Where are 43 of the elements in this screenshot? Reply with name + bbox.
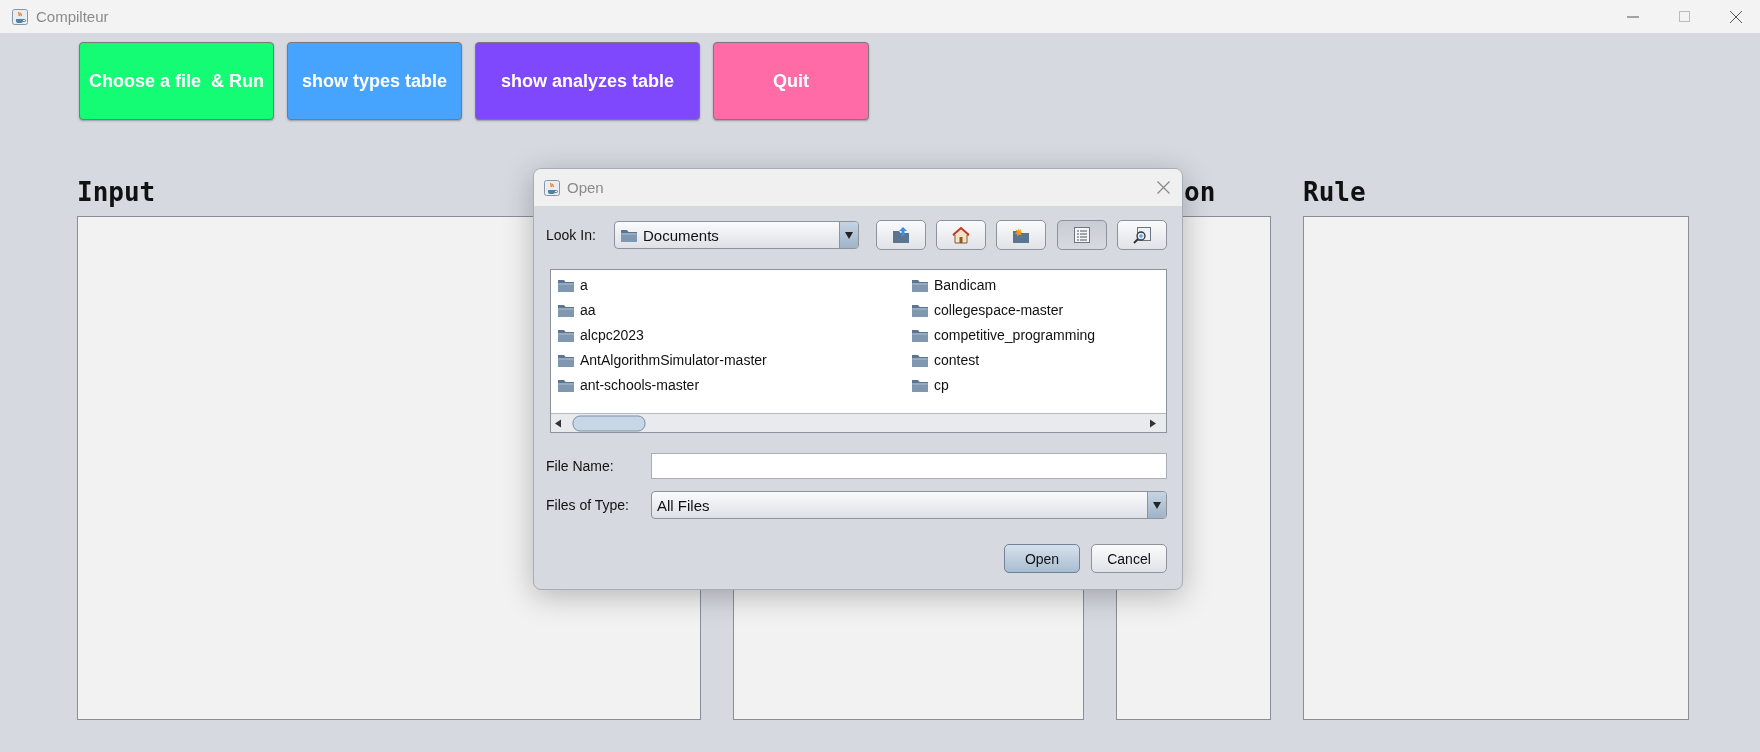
look-in-label: Look In:: [546, 227, 597, 243]
panel-heading: Rule: [1303, 177, 1366, 207]
list-view-icon: [1073, 226, 1091, 244]
horizontal-scrollbar[interactable]: [551, 413, 1166, 432]
file-type-label: Files of Type:: [546, 497, 630, 513]
dialog-button[interactable]: Cancel: [1091, 544, 1167, 573]
file-item[interactable]: AntAlgorithmSimulator-master: [557, 347, 911, 372]
close-icon[interactable]: [1157, 181, 1170, 194]
file-item[interactable]: contest: [911, 347, 1166, 372]
dropdown-arrow-icon: [845, 231, 853, 239]
file-name-label: File Name:: [546, 458, 615, 474]
toolbar-button[interactable]: [1057, 220, 1107, 250]
dialog-icon: [544, 179, 560, 196]
window-title: Compilteur: [36, 8, 109, 25]
toolbar-button[interactable]: [996, 220, 1046, 250]
file-item[interactable]: competitive_programming: [911, 322, 1166, 347]
new-folder-icon: [1011, 226, 1031, 244]
file-name-field[interactable]: [651, 453, 1167, 479]
panel-heading: on: [1184, 177, 1216, 207]
look-in-dropdown[interactable]: Documents: [614, 221, 859, 249]
details-view-icon: [1132, 226, 1152, 244]
file-item[interactable]: ant-schools-master: [557, 372, 911, 397]
dialog-button[interactable]: Open: [1004, 544, 1080, 573]
folder-up-icon: [891, 226, 911, 244]
home-icon: [951, 226, 971, 244]
toolbar-button[interactable]: [876, 220, 926, 250]
dropdown-arrow-icon: [1153, 501, 1161, 509]
file-item[interactable]: a: [557, 272, 911, 297]
dialog-title: Open: [567, 179, 604, 196]
file-type-dropdown[interactable]: All Files: [651, 491, 1167, 519]
file-item[interactable]: Bandicam: [911, 272, 1166, 297]
panel-heading: Input: [77, 177, 156, 207]
toolbar-button[interactable]: [936, 220, 986, 250]
app-icon: [12, 8, 28, 25]
toolbar-button[interactable]: [1117, 220, 1167, 250]
file-item[interactable]: cp: [911, 372, 1166, 397]
file-item[interactable]: collegespace-master: [911, 297, 1166, 322]
minimize-icon[interactable]: [1627, 15, 1639, 18]
file-item[interactable]: aa: [557, 297, 911, 322]
file-item[interactable]: alcpc2023: [557, 322, 911, 347]
close-icon[interactable]: [1730, 10, 1742, 23]
action-button[interactable]: show analyzes table: [475, 42, 700, 120]
folder-icon: [620, 227, 638, 243]
